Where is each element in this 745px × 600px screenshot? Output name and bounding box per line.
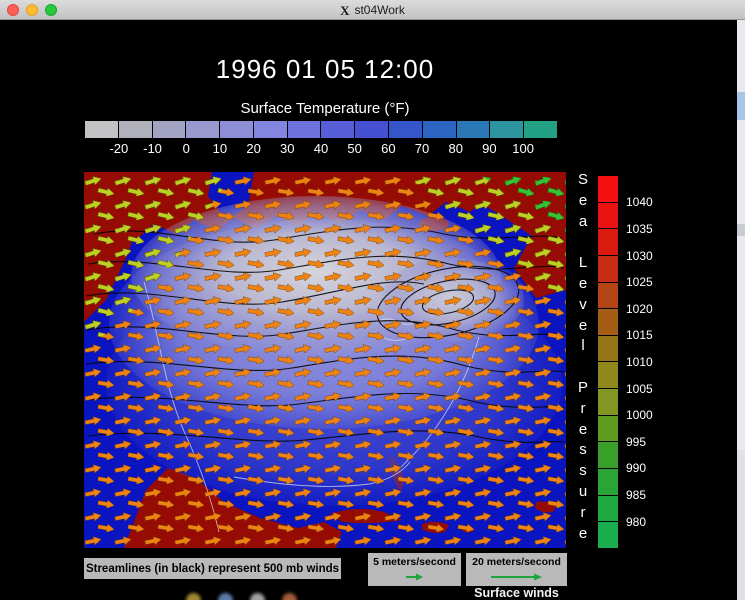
temp-tick: 10 xyxy=(203,141,237,156)
temp-tick: 80 xyxy=(439,141,473,156)
pressure-color-segment xyxy=(598,176,618,202)
pressure-tick: 1025 xyxy=(626,269,670,296)
pressure-tick: 1010 xyxy=(626,349,670,376)
pressure-tick: 1040 xyxy=(626,189,670,216)
timestamp: 1996 01 05 12:00 xyxy=(84,54,566,85)
pressure-tick: 995 xyxy=(626,428,670,455)
pressure-tick: 990 xyxy=(626,455,670,482)
temp-color-segment xyxy=(321,121,354,138)
pressure-color-segment xyxy=(598,336,618,362)
pressure-color-segment xyxy=(598,362,618,388)
temp-color-segment xyxy=(490,121,523,138)
dock-icon-blur xyxy=(186,593,201,600)
temp-colorbar xyxy=(85,121,557,138)
temp-color-segment xyxy=(119,121,152,138)
pressure-tick: 1005 xyxy=(626,375,670,402)
window-title-text: st04Work xyxy=(354,3,404,17)
temp-tick: 60 xyxy=(372,141,406,156)
pressure-color-segment xyxy=(598,309,618,335)
pressure-colorbar xyxy=(598,176,618,548)
wind-legend-20ms-label: 20 meters/second xyxy=(472,556,561,568)
surface-wind-field xyxy=(84,172,566,548)
weather-map[interactable] xyxy=(84,172,566,548)
pressure-color-segment xyxy=(598,229,618,255)
pressure-tick: 1030 xyxy=(626,242,670,269)
sliver-lower-block xyxy=(737,450,745,600)
temp-color-segment xyxy=(457,121,490,138)
pressure-color-segment xyxy=(598,256,618,282)
temp-color-segment xyxy=(153,121,186,138)
temp-tick: -20 xyxy=(102,141,136,156)
dock-icon-blur xyxy=(250,593,265,600)
temp-tick: 70 xyxy=(405,141,439,156)
temp-tick: 50 xyxy=(338,141,372,156)
temp-tick: -10 xyxy=(136,141,170,156)
pressure-color-segment xyxy=(598,496,618,522)
pressure-color-segment xyxy=(598,522,618,548)
pressure-tick: 1015 xyxy=(626,322,670,349)
temp-tick: 0 xyxy=(169,141,203,156)
wind-legend-5ms: 5 meters/second xyxy=(368,553,461,586)
window-titlebar[interactable]: X st04Work xyxy=(0,0,745,20)
temp-tick: 40 xyxy=(304,141,338,156)
window-title: X st04Work xyxy=(0,0,745,20)
dock-icons-sliver xyxy=(178,592,338,600)
dock-icon-blur xyxy=(282,593,297,600)
pressure-color-segment xyxy=(598,416,618,442)
temp-color-segment xyxy=(423,121,456,138)
dock-icon-blur xyxy=(218,593,233,600)
pressure-color-segment xyxy=(598,389,618,415)
sliver-blue-block xyxy=(737,92,745,120)
sliver-mark xyxy=(737,224,745,236)
temp-color-segment xyxy=(220,121,253,138)
pressure-color-segment xyxy=(598,442,618,468)
temp-color-segment xyxy=(186,121,219,138)
temp-tick: 20 xyxy=(237,141,271,156)
temp-tick-labels: -20-100102030405060708090100 xyxy=(102,141,540,156)
wind-arrow-20ms-icon xyxy=(489,572,545,582)
wind-legend-20ms: 20 meters/second xyxy=(466,553,567,586)
pressure-scale-title: S e a L e v e l P r e s s u r e xyxy=(573,170,593,544)
wind-arrow-5ms-icon xyxy=(404,572,426,582)
wind-legend-5ms-label: 5 meters/second xyxy=(373,556,456,568)
pressure-tick: 1000 xyxy=(626,402,670,429)
temp-scale-title: Surface Temperature (°F) xyxy=(84,100,566,117)
surface-winds-label: Surface winds xyxy=(466,586,567,600)
temp-color-segment xyxy=(389,121,422,138)
pressure-tick: 980 xyxy=(626,508,670,535)
temp-color-segment xyxy=(254,121,287,138)
background-window-sliver xyxy=(737,20,745,600)
pressure-tick-labels: 1040103510301025102010151010100510009959… xyxy=(626,176,670,548)
pressure-tick: 985 xyxy=(626,482,670,509)
screen: X st04Work 1996 01 05 12:00 Surface Temp… xyxy=(0,0,745,600)
pressure-color-segment xyxy=(598,469,618,495)
pressure-tick: 1035 xyxy=(626,216,670,243)
pressure-color-segment xyxy=(598,283,618,309)
temp-color-segment xyxy=(85,121,118,138)
temp-color-segment xyxy=(355,121,388,138)
temp-tick: 90 xyxy=(473,141,507,156)
temp-tick: 30 xyxy=(270,141,304,156)
streamline-note: Streamlines (in black) represent 500 mb … xyxy=(84,558,341,579)
temp-color-segment xyxy=(288,121,321,138)
x11-icon: X xyxy=(340,4,349,17)
temp-tick: 100 xyxy=(506,141,540,156)
temp-color-segment xyxy=(524,121,557,138)
pressure-tick: 1020 xyxy=(626,295,670,322)
pressure-color-segment xyxy=(598,203,618,229)
